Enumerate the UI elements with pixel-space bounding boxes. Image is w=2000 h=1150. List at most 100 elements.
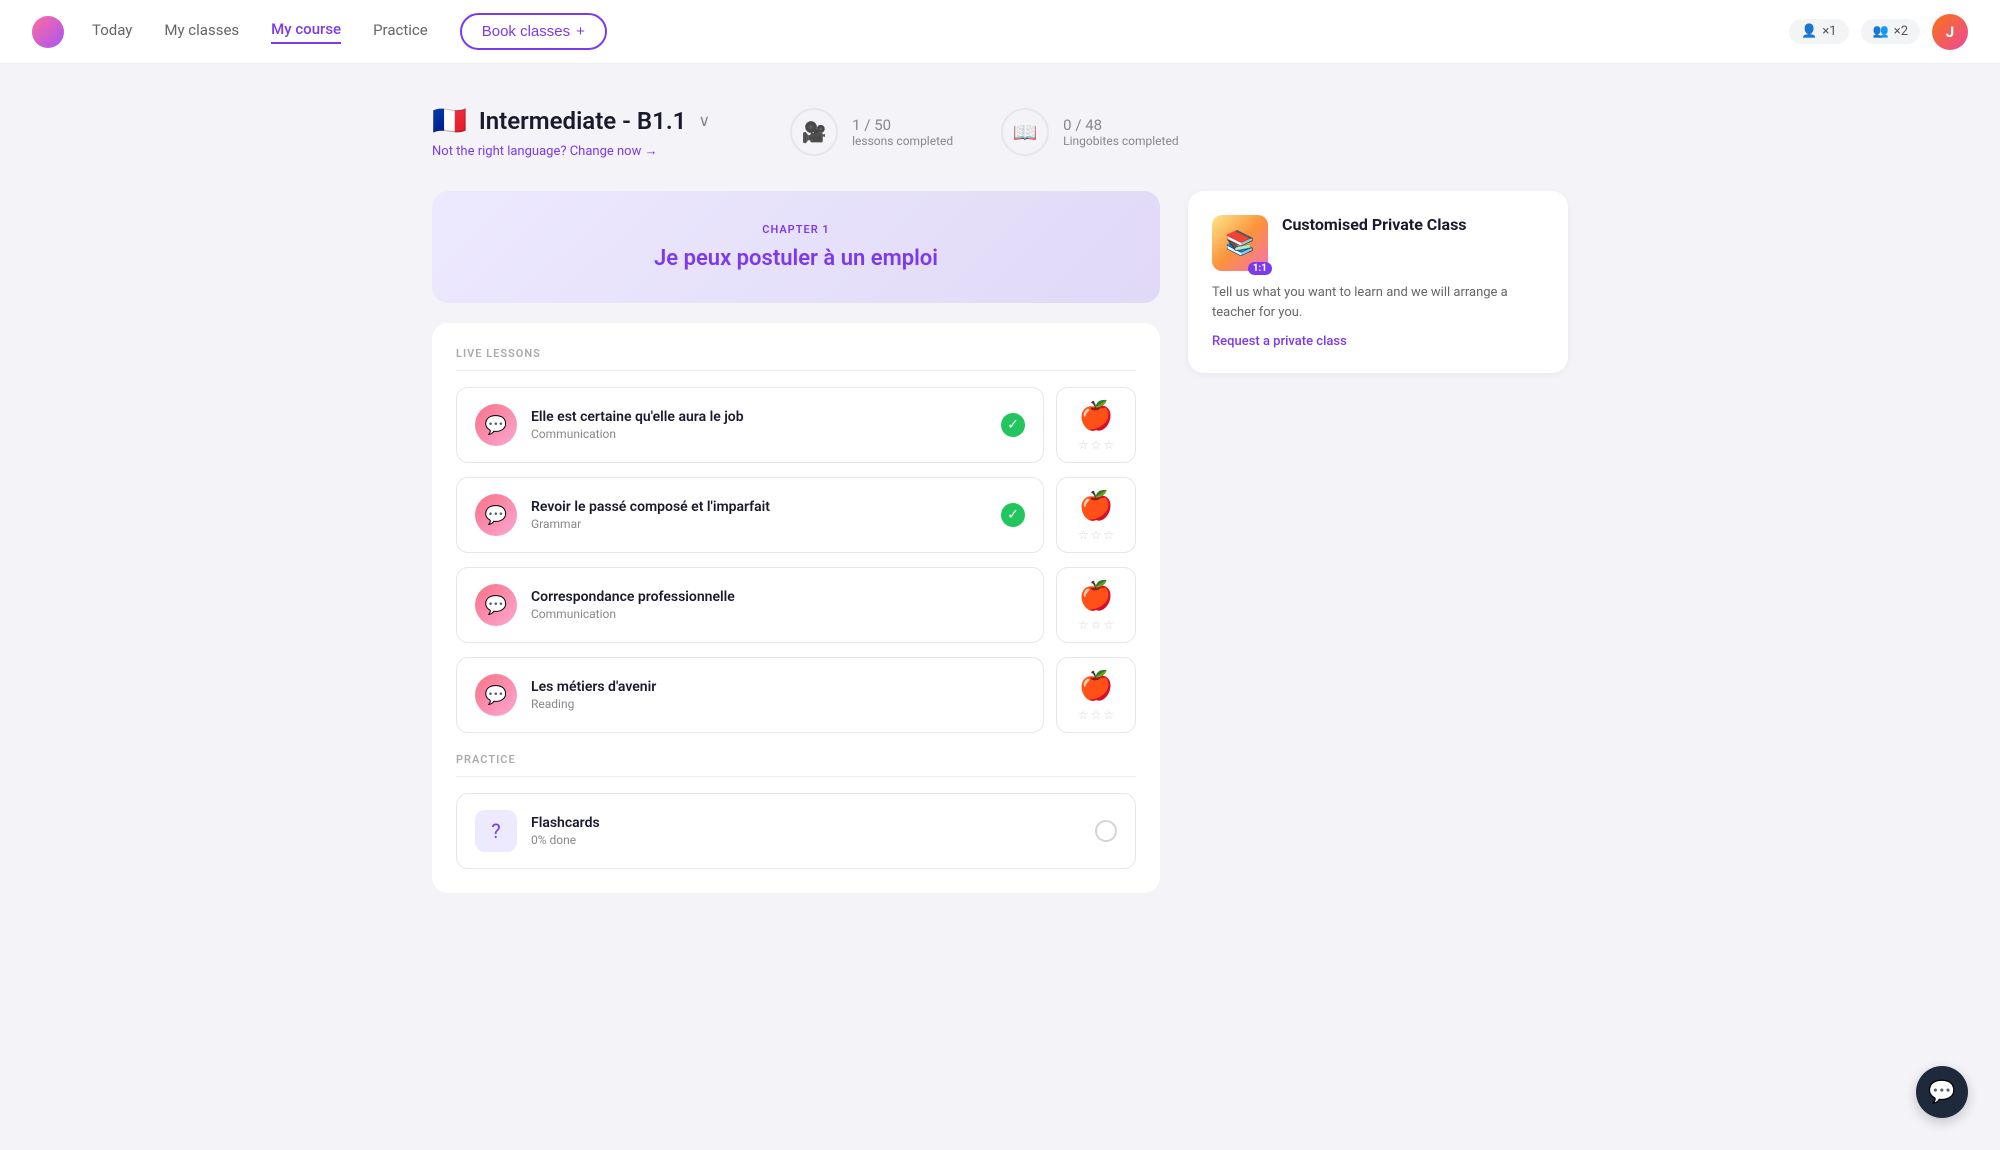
chapter-title: Je peux postuler à un emploi — [464, 246, 1128, 271]
lingobite-img-4: 🍎 — [1079, 669, 1114, 702]
app-logo[interactable] — [32, 16, 64, 48]
lesson-card-1[interactable]: 💬 Elle est certaine qu'elle aura le job … — [456, 387, 1044, 463]
lesson-title-2: Revoir le passé composé et l'imparfait — [531, 499, 987, 515]
lingobite-1[interactable]: 🍎 ☆☆☆ — [1056, 387, 1136, 463]
left-column: CHAPTER 1 Je peux postuler à un emploi L… — [432, 191, 1160, 893]
nav-my-course[interactable]: My course — [271, 20, 341, 44]
plus-icon: + — [576, 23, 585, 40]
lingobite-img-2: 🍎 — [1079, 489, 1114, 522]
completed-icon-1: ✓ — [1001, 413, 1025, 437]
chat-icon: 💬 — [1928, 1080, 1955, 1105]
nav-today[interactable]: Today — [92, 21, 132, 43]
nav-links: Today My classes My course Practice Book… — [92, 13, 1789, 50]
lesson-info-1: Elle est certaine qu'elle aura le job Co… — [531, 409, 987, 441]
lesson-card-2[interactable]: 💬 Revoir le passé composé et l'imparfait… — [456, 477, 1044, 553]
lesson-icon-1: 💬 — [475, 404, 517, 446]
chat-button[interactable]: 💬 — [1916, 1066, 1968, 1118]
sidebar: 📚 1:1 Customised Private Class Tell us w… — [1188, 191, 1568, 893]
lingobite-3[interactable]: 🍎 ☆☆☆ — [1056, 567, 1136, 643]
completed-icon-2: ✓ — [1001, 503, 1025, 527]
private-class-card: 📚 1:1 Customised Private Class Tell us w… — [1188, 191, 1568, 373]
lingobites-stat: 📖 0 / 48 Lingobites completed — [1001, 108, 1178, 156]
notification-badge-2[interactable]: 👥 ×2 — [1861, 19, 1920, 44]
lessons-container: LIVE LESSONS 💬 Elle est certaine qu'elle… — [432, 323, 1160, 893]
lessons-label: lessons completed — [852, 134, 953, 148]
person-icon-2: 👥 — [1873, 24, 1889, 39]
lesson-info-2: Revoir le passé composé et l'imparfait G… — [531, 499, 987, 531]
private-class-description: Tell us what you want to learn and we wi… — [1212, 283, 1544, 322]
toggle-circle[interactable] — [1095, 820, 1117, 842]
lesson-type-1: Communication — [531, 427, 987, 441]
lesson-type-4: Reading — [531, 697, 1025, 711]
notification-count-2: ×2 — [1894, 24, 1908, 39]
lesson-row-1: 💬 Elle est certaine qu'elle aura le job … — [456, 387, 1136, 463]
private-class-image: 📚 1:1 — [1212, 215, 1268, 271]
private-class-text: Customised Private Class — [1282, 215, 1467, 234]
lessons-stat: 🎥 1 / 50 lessons completed — [790, 108, 953, 156]
private-class-badge: 1:1 — [1248, 262, 1272, 275]
nav-practice[interactable]: Practice — [373, 21, 428, 43]
book-classes-button[interactable]: Book classes + — [460, 13, 607, 50]
lesson-row-2: 💬 Revoir le passé composé et l'imparfait… — [456, 477, 1136, 553]
stars-1: ☆☆☆ — [1078, 438, 1114, 452]
course-header: 🇫🇷 Intermediate - B1.1 ∨ Not the right l… — [432, 104, 1568, 159]
flashcard-icon: ? — [475, 810, 517, 852]
lingobites-stat-text: 0 / 48 Lingobites completed — [1063, 116, 1178, 148]
flashcard-card[interactable]: ? Flashcards 0% done — [456, 793, 1136, 869]
practice-label: PRACTICE — [456, 753, 1136, 777]
flashcard-title: Flashcards — [531, 815, 600, 831]
lesson-type-3: Communication — [531, 607, 1025, 621]
lingobite-img-1: 🍎 — [1079, 399, 1114, 432]
flashcard-info: Flashcards 0% done — [531, 815, 600, 847]
main-content: 🇫🇷 Intermediate - B1.1 ∨ Not the right l… — [400, 64, 1600, 933]
nav-right: 👤 ×1 👥 ×2 J — [1789, 14, 1968, 50]
book-stack-icon: 📚 — [1225, 229, 1255, 257]
lesson-card-4[interactable]: 💬 Les métiers d'avenir Reading — [456, 657, 1044, 733]
chevron-down-icon[interactable]: ∨ — [698, 111, 710, 130]
lesson-info-4: Les métiers d'avenir Reading — [531, 679, 1025, 711]
notification-badge-1[interactable]: 👤 ×1 — [1789, 19, 1848, 44]
lessons-count: 1 / 50 — [852, 116, 953, 134]
lesson-icon-2: 💬 — [475, 494, 517, 536]
navbar: Today My classes My course Practice Book… — [0, 0, 2000, 64]
person-icon-1: 👤 — [1801, 24, 1817, 39]
book-classes-label: Book classes — [482, 23, 570, 40]
private-class-header: 📚 1:1 Customised Private Class — [1212, 215, 1544, 271]
chapter-label: CHAPTER 1 — [464, 223, 1128, 236]
stars-3: ☆☆☆ — [1078, 618, 1114, 632]
stars-2: ☆☆☆ — [1078, 528, 1114, 542]
change-language-link[interactable]: Not the right language? Change now → — [432, 143, 710, 159]
lingobites-label: Lingobites completed — [1063, 134, 1178, 148]
course-title: Intermediate - B1.1 — [479, 107, 687, 135]
user-avatar[interactable]: J — [1932, 14, 1968, 50]
lesson-info-3: Correspondance professionnelle Communica… — [531, 589, 1025, 621]
course-title-section: 🇫🇷 Intermediate - B1.1 ∨ Not the right l… — [432, 104, 710, 159]
lesson-title-4: Les métiers d'avenir — [531, 679, 1025, 695]
stats-section: 🎥 1 / 50 lessons completed 📖 0 / 48 Ling… — [790, 108, 1178, 156]
lesson-title-1: Elle est certaine qu'elle aura le job — [531, 409, 987, 425]
request-private-class-link[interactable]: Request a private class — [1212, 334, 1544, 349]
private-class-title: Customised Private Class — [1282, 215, 1467, 234]
notification-count-1: ×1 — [1822, 24, 1836, 39]
stars-4: ☆☆☆ — [1078, 708, 1114, 722]
nav-my-classes[interactable]: My classes — [164, 21, 239, 43]
lingobite-img-3: 🍎 — [1079, 579, 1114, 612]
lingobites-count: 0 / 48 — [1063, 116, 1178, 134]
lesson-type-2: Grammar — [531, 517, 987, 531]
practice-section: PRACTICE ? Flashcards 0% done — [456, 753, 1136, 869]
lingobite-4[interactable]: 🍎 ☆☆☆ — [1056, 657, 1136, 733]
video-icon: 🎥 — [790, 108, 838, 156]
lesson-title-3: Correspondance professionnelle — [531, 589, 1025, 605]
chapter-card: CHAPTER 1 Je peux postuler à un emploi — [432, 191, 1160, 303]
two-col-layout: CHAPTER 1 Je peux postuler à un emploi L… — [432, 191, 1568, 893]
book-icon: 📖 — [1001, 108, 1049, 156]
course-title-row: 🇫🇷 Intermediate - B1.1 ∨ — [432, 104, 710, 137]
lingobite-2[interactable]: 🍎 ☆☆☆ — [1056, 477, 1136, 553]
live-lessons-label: LIVE LESSONS — [456, 347, 1136, 371]
lesson-card-3[interactable]: 💬 Correspondance professionnelle Communi… — [456, 567, 1044, 643]
lesson-row-3: 💬 Correspondance professionnelle Communi… — [456, 567, 1136, 643]
lesson-icon-3: 💬 — [475, 584, 517, 626]
lessons-stat-text: 1 / 50 lessons completed — [852, 116, 953, 148]
lesson-row-4: 💬 Les métiers d'avenir Reading 🍎 ☆☆☆ — [456, 657, 1136, 733]
lesson-icon-4: 💬 — [475, 674, 517, 716]
